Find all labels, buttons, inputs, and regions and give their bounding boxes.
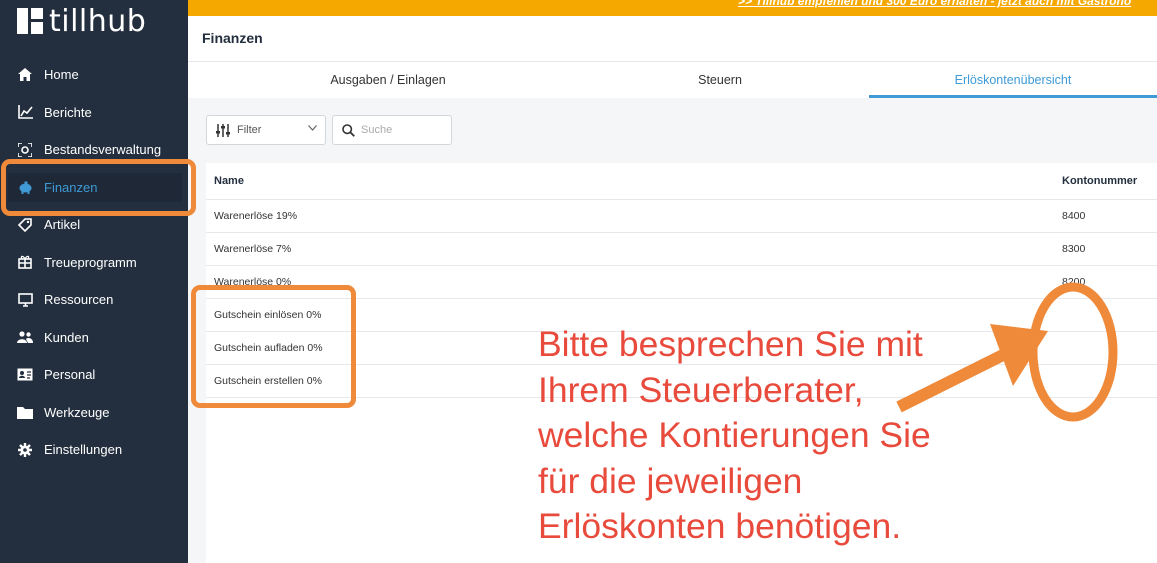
annotation-line: Bitte besprechen Sie mit	[538, 324, 923, 364]
annotation-line: Ihrem Steuerberater,	[538, 369, 864, 410]
annotation-line: Erlöskonten benötigen.	[538, 506, 902, 546]
annotation-line: für die jeweiligen	[538, 460, 803, 501]
annotation-note: Bitte besprechen Sie mit Ihrem Steuerber…	[538, 322, 1138, 550]
annotation-line: welche Kontierungen Sie	[538, 415, 931, 455]
